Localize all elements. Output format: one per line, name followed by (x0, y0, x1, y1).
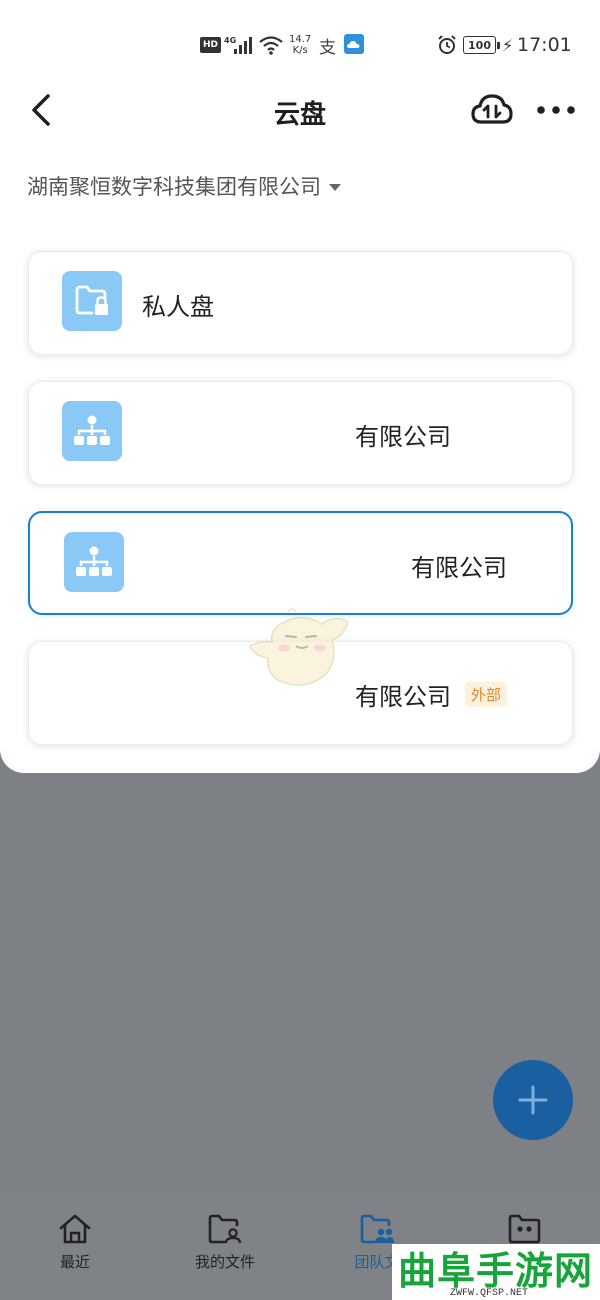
drive-card-label: 有限公司 (355, 682, 451, 711)
drive-card-label-row: 有限公司 外部 (355, 642, 508, 746)
drive-card-private[interactable]: 私人盘 (28, 251, 573, 355)
mascot-watermark (248, 606, 352, 692)
battery-level: 100 (463, 36, 496, 54)
site-watermark: 曲阜手游网 ZWFW.QFSP.NET (392, 1244, 600, 1300)
weather-icon (344, 34, 364, 54)
net-speed: 14.7 K/s (289, 30, 311, 60)
cloud-transfer-button[interactable] (471, 92, 513, 128)
my-files-icon (208, 1214, 242, 1244)
cloud-transfer-icon (471, 94, 513, 124)
org-name: 湖南聚恒数字科技集团有限公司 (27, 175, 321, 199)
alarm-icon (436, 30, 458, 60)
net-speed-unit: K/s (292, 45, 308, 56)
net-speed-value: 14.7 (289, 34, 312, 45)
alipay-icon: 支 (319, 37, 336, 58)
signal-icon: 4G (224, 30, 254, 60)
plus-icon (518, 1085, 548, 1115)
home-icon (59, 1214, 91, 1244)
org-selector[interactable]: 湖南聚恒数字科技集团有限公司 (27, 171, 341, 201)
more-icon (537, 106, 575, 114)
org-chart-icon (64, 532, 124, 592)
battery-icon: 100 (463, 36, 500, 54)
wifi-icon (258, 30, 284, 60)
charging-icon: ⚡ (502, 35, 514, 55)
team-files-icon (360, 1214, 394, 1244)
nav-label: 我的文件 (194, 1253, 255, 1271)
external-badge: 外部 (465, 681, 508, 707)
main-sheet: HD 4G 14.7 K/s 支 100 ⚡ 17:01 云盘 湖南聚恒数字科技… (0, 0, 600, 773)
caret-down-icon (329, 184, 341, 191)
nav-label: 最近 (59, 1253, 90, 1271)
drive-card-team-2[interactable]: 有限公司 (28, 511, 573, 615)
drive-card-label: 私人盘 (142, 292, 214, 321)
folder-lock-icon (62, 271, 122, 331)
drive-card-label: 有限公司 (411, 553, 507, 582)
status-time: 17:01 (517, 34, 572, 56)
add-button[interactable] (493, 1060, 573, 1140)
status-bar: HD 4G 14.7 K/s 支 100 ⚡ 17:01 (0, 30, 600, 60)
hd-indicator: HD (200, 37, 222, 53)
nav-item-recent[interactable]: 最近 (20, 1213, 130, 1272)
watermark-url: ZWFW.QFSP.NET (450, 1288, 529, 1299)
drive-card-label: 有限公司 (355, 422, 451, 451)
more-options-button[interactable] (536, 100, 576, 120)
watermark-title: 曲阜手游网 (398, 1248, 594, 1293)
nav-item-my-files[interactable]: 我的文件 (170, 1213, 280, 1272)
drive-card-team-1[interactable]: 有限公司 (28, 381, 573, 485)
network-type: 4G (224, 36, 236, 45)
org-chart-icon (62, 401, 122, 461)
